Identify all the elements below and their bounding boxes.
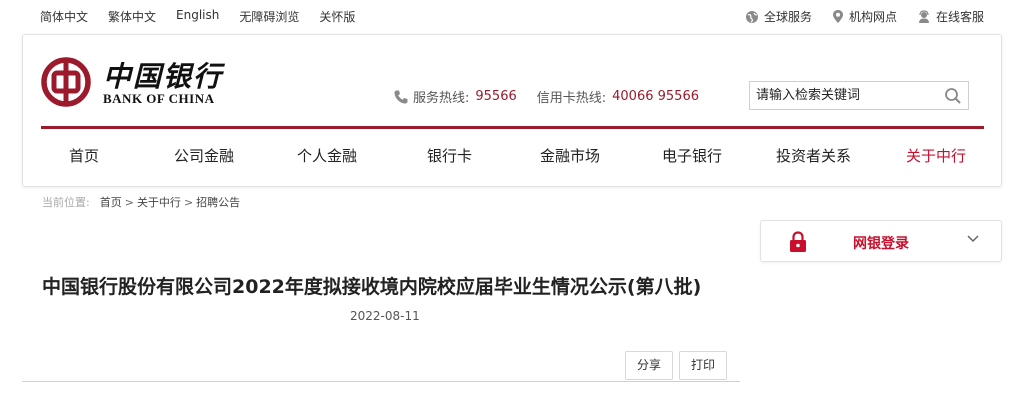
logo-chinese-name: 中国银行 bbox=[103, 60, 224, 93]
print-button[interactable]: 打印 bbox=[679, 351, 728, 380]
online-banking-login-button[interactable]: 网银登录 bbox=[760, 220, 1002, 262]
chevron-down-icon bbox=[967, 235, 979, 243]
lang-simplified-chinese[interactable]: 简体中文 bbox=[40, 8, 88, 25]
search-input[interactable] bbox=[750, 82, 940, 109]
lang-traditional-chinese[interactable]: 繁体中文 bbox=[108, 8, 156, 25]
care-version-link[interactable]: 关怀版 bbox=[319, 8, 355, 25]
breadcrumb-recruitment[interactable]: 招聘公告 bbox=[196, 194, 240, 210]
language-links: 简体中文 繁体中文 English 无障碍浏览 关怀版 bbox=[40, 8, 355, 25]
utility-links: 全球服务 机构网点 在线客服 bbox=[745, 8, 984, 25]
search-icon[interactable] bbox=[944, 87, 962, 105]
branch-network-link[interactable]: 机构网点 bbox=[832, 8, 897, 25]
card-hotline-number: 40066 95566 bbox=[612, 89, 699, 104]
breadcrumb-home[interactable]: 首页 bbox=[100, 194, 122, 210]
breadcrumb: 当前位置: 首页 > 关于中行 > 招聘公告 bbox=[42, 194, 240, 210]
global-service-label: 全球服务 bbox=[763, 10, 812, 24]
breadcrumb-about-boc[interactable]: 关于中行 bbox=[137, 194, 181, 210]
global-service-link[interactable]: 全球服务 bbox=[745, 8, 812, 25]
nav-item-bank-cards[interactable]: 银行卡 bbox=[427, 145, 472, 166]
nav-item-corporate-banking[interactable]: 公司金融 bbox=[174, 145, 234, 166]
bank-of-china-emblem-icon bbox=[41, 57, 91, 107]
nav-item-investor-relations[interactable]: 投资者关系 bbox=[776, 145, 851, 166]
article-divider bbox=[22, 381, 740, 382]
branch-network-label: 机构网点 bbox=[848, 10, 897, 24]
nav-item-e-banking[interactable]: 电子银行 bbox=[662, 145, 722, 166]
online-banking-login-label: 网银登录 bbox=[853, 236, 909, 252]
globe-icon bbox=[745, 10, 758, 23]
breadcrumb-separator: > bbox=[183, 195, 194, 209]
phone-icon bbox=[394, 90, 408, 103]
customer-service-icon bbox=[918, 9, 929, 23]
online-support-link[interactable]: 在线客服 bbox=[917, 8, 984, 25]
main-nav: 首页 公司金融 个人金融 银行卡 金融市场 电子银行 投资者关系 关于中行 bbox=[41, 145, 984, 169]
lock-icon bbox=[790, 231, 806, 252]
breadcrumb-label: 当前位置: bbox=[42, 196, 90, 209]
nav-item-home[interactable]: 首页 bbox=[69, 145, 99, 166]
article-tools: 分享 打印 bbox=[625, 351, 728, 380]
article-date: 2022-08-11 bbox=[350, 309, 420, 323]
header: 中国银行 BANK OF CHINA 服务热线: 95566 信用卡热线: 40… bbox=[22, 34, 1002, 187]
article-title: 中国银行股份有限公司2022年度拟接收境内院校应届毕业生情况公示(第八批) bbox=[42, 276, 702, 298]
service-hotline-number: 95566 bbox=[475, 89, 517, 104]
lang-english[interactable]: English bbox=[176, 8, 219, 25]
nav-item-personal-banking[interactable]: 个人金融 bbox=[297, 145, 357, 166]
service-hotline-label: 服务热线: bbox=[413, 91, 470, 106]
search-box bbox=[749, 81, 969, 110]
hotlines: 服务热线: 95566 信用卡热线: 40066 95566 bbox=[393, 87, 699, 106]
location-pin-icon bbox=[832, 10, 843, 23]
bank-logo[interactable]: 中国银行 BANK OF CHINA bbox=[41, 55, 231, 111]
card-hotline-label: 信用卡热线: bbox=[536, 91, 607, 106]
share-button[interactable]: 分享 bbox=[625, 351, 674, 380]
breadcrumb-separator: > bbox=[124, 195, 134, 209]
nav-item-financial-markets[interactable]: 金融市场 bbox=[540, 145, 600, 166]
online-support-label: 在线客服 bbox=[935, 10, 984, 24]
header-divider bbox=[41, 126, 984, 129]
logo-english-name: BANK OF CHINA bbox=[103, 91, 215, 106]
top-utility-bar: 简体中文 繁体中文 English 无障碍浏览 关怀版 全球服务 机构网点 在线… bbox=[0, 0, 1024, 32]
nav-item-about-boc[interactable]: 关于中行 bbox=[906, 145, 966, 166]
accessibility-link[interactable]: 无障碍浏览 bbox=[239, 8, 299, 25]
